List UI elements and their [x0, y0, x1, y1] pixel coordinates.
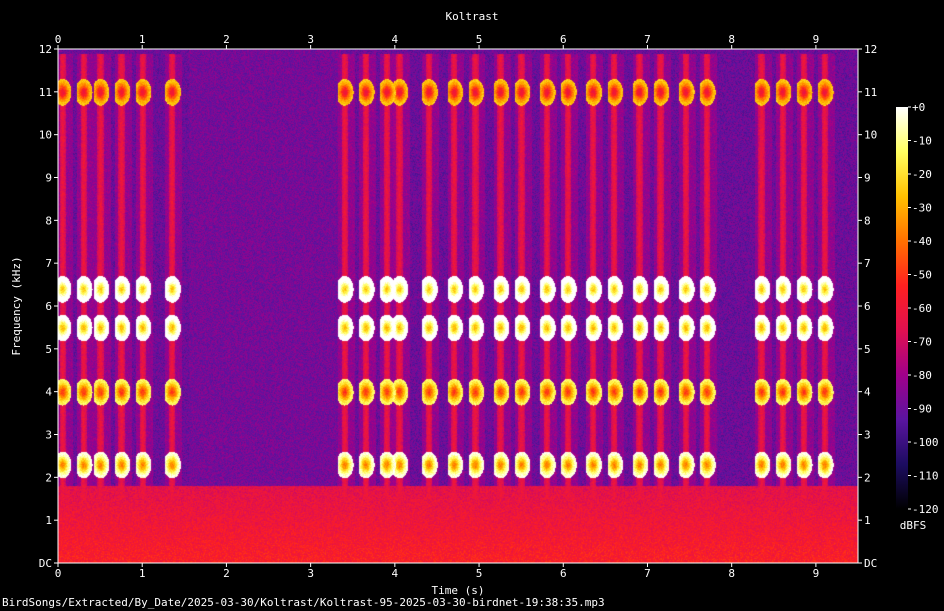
colorbar-unit-label: dBFS: [900, 519, 927, 532]
y-tick-label-left: 5: [45, 343, 52, 356]
y-tick-label-right: 12: [864, 43, 877, 56]
x-tick-label-bottom: 2: [223, 567, 230, 580]
y-tick-label-right: 7: [864, 257, 871, 270]
colorbar-tick-label: -10: [912, 135, 932, 148]
colorbar-tick-label: -30: [912, 202, 932, 215]
spectrogram-chart: Koltrast 00112233445566778899DC DC1 12 23 34…: [10, 10, 939, 597]
x-tick-label-top: 1: [139, 33, 146, 46]
colorbar-gradient: [896, 107, 908, 509]
y-tick-label-left: 8: [45, 214, 52, 227]
x-tick-label-top: 9: [813, 33, 820, 46]
colorbar-tick-label: -80: [912, 369, 932, 382]
y-tick-label-right: 9: [864, 172, 871, 185]
colorbar-tick-label: -90: [912, 403, 932, 416]
x-tick-label-bottom: 3: [307, 567, 314, 580]
y-tick-label-left: 12: [39, 43, 52, 56]
y-tick-label-right: 11: [864, 86, 877, 99]
y-tick-label-left: 7: [45, 257, 52, 270]
y-tick-label-right: 4: [864, 386, 871, 399]
colorbar-tick-label: -100: [912, 436, 939, 449]
colorbar-tick-label: -110: [912, 470, 939, 483]
x-tick-label-bottom: 5: [476, 567, 483, 580]
x-tick-label-top: 4: [392, 33, 399, 46]
x-tick-label-bottom: 4: [392, 567, 399, 580]
colorbar: +0 -10 -20 -30 -40 -50 -60 -70 -80 -90 -100 -110 -12…: [896, 101, 939, 532]
chart-title: Koltrast: [446, 10, 499, 23]
x-tick-label-bottom: 1: [139, 567, 146, 580]
colorbar-tick-label: -20: [912, 168, 932, 181]
colorbar-tick-label: +0: [912, 101, 925, 114]
spectrogram-plot: [57, 48, 859, 564]
y-tick-label-left: 11: [39, 86, 52, 99]
y-tick-label-right: 6: [864, 300, 871, 313]
y-tick-label-left: 4: [45, 386, 52, 399]
x-tick-label-bottom: 6: [560, 567, 567, 580]
colorbar-tick-label: -70: [912, 336, 932, 349]
y-tick-label-left: 9: [45, 172, 52, 185]
x-tick-label-bottom: 0: [55, 567, 62, 580]
y-tick-label-right: 8: [864, 214, 871, 227]
colorbar-tick-label: -60: [912, 302, 932, 315]
y-tick-label-left: DC: [39, 557, 52, 570]
y-tick-label-left: 3: [45, 429, 52, 442]
y-tick-label-right: 10: [864, 129, 877, 142]
y-tick-label-left: 10: [39, 129, 52, 142]
y-tick-label-left: 6: [45, 300, 52, 313]
colorbar-tick-label: -40: [912, 235, 932, 248]
file-path-caption: BirdSongs/Extracted/By_Date/2025-03-30/K…: [2, 596, 605, 609]
x-tick-label-top: 5: [476, 33, 483, 46]
y-tick-label-left: 2: [45, 471, 52, 484]
y-tick-label-right: 2: [864, 471, 871, 484]
y-tick-label-right: 5: [864, 343, 871, 356]
colorbar-tick-label: -120: [912, 503, 939, 516]
x-tick-label-top: 0: [55, 33, 62, 46]
y-tick-label-right: DC: [864, 557, 877, 570]
y-tick-label-right: 1: [864, 514, 871, 527]
x-tick-label-top: 3: [307, 33, 314, 46]
spectrogram-image: [58, 49, 858, 563]
x-tick-label-top: 2: [223, 33, 230, 46]
y-axis-label: Frequency (kHz): [10, 256, 23, 355]
x-tick-label-bottom: 8: [728, 567, 735, 580]
x-tick-label-bottom: 7: [644, 567, 651, 580]
x-tick-label-top: 6: [560, 33, 567, 46]
y-tick-label-right: 3: [864, 429, 871, 442]
x-tick-label-top: 7: [644, 33, 651, 46]
y-tick-label-left: 1: [45, 514, 52, 527]
colorbar-ticks: +0 -10 -20 -30 -40 -50 -60 -70 -80 -90 -100 -110 -12…: [908, 101, 939, 516]
colorbar-tick-label: -50: [912, 269, 932, 282]
x-tick-label-top: 8: [728, 33, 735, 46]
x-tick-label-bottom: 9: [813, 567, 820, 580]
